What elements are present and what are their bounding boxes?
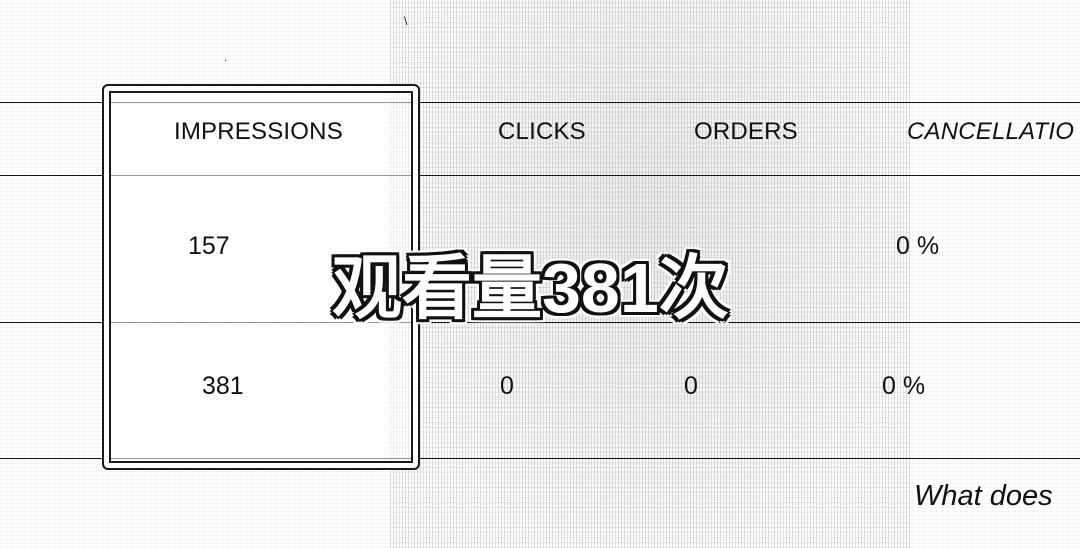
row-1-cancellations: 0 % xyxy=(896,232,940,260)
column-header-impressions: IMPRESSIONS xyxy=(174,118,343,145)
row-2-clicks: 0 xyxy=(500,372,514,400)
row-2-cancellations: 0 % xyxy=(882,372,926,400)
stray-mark-1: \ xyxy=(404,14,408,28)
view-count-caption: 观看量381次 xyxy=(326,232,735,335)
screenshot-stage: IMPRESSIONS CLICKS ORDERS CANCELLATIO 15… xyxy=(0,0,1080,548)
row-1-impressions: 157 xyxy=(188,232,230,260)
column-header-orders: ORDERS xyxy=(694,118,798,145)
column-header-clicks: CLICKS xyxy=(498,118,586,145)
row-2-orders: 0 xyxy=(684,372,698,400)
stray-mark-2: . xyxy=(224,50,228,64)
column-header-cancellations: CANCELLATIO xyxy=(907,118,1075,145)
help-link[interactable]: What does xyxy=(914,480,1053,513)
row-2-impressions: 381 xyxy=(202,372,244,400)
